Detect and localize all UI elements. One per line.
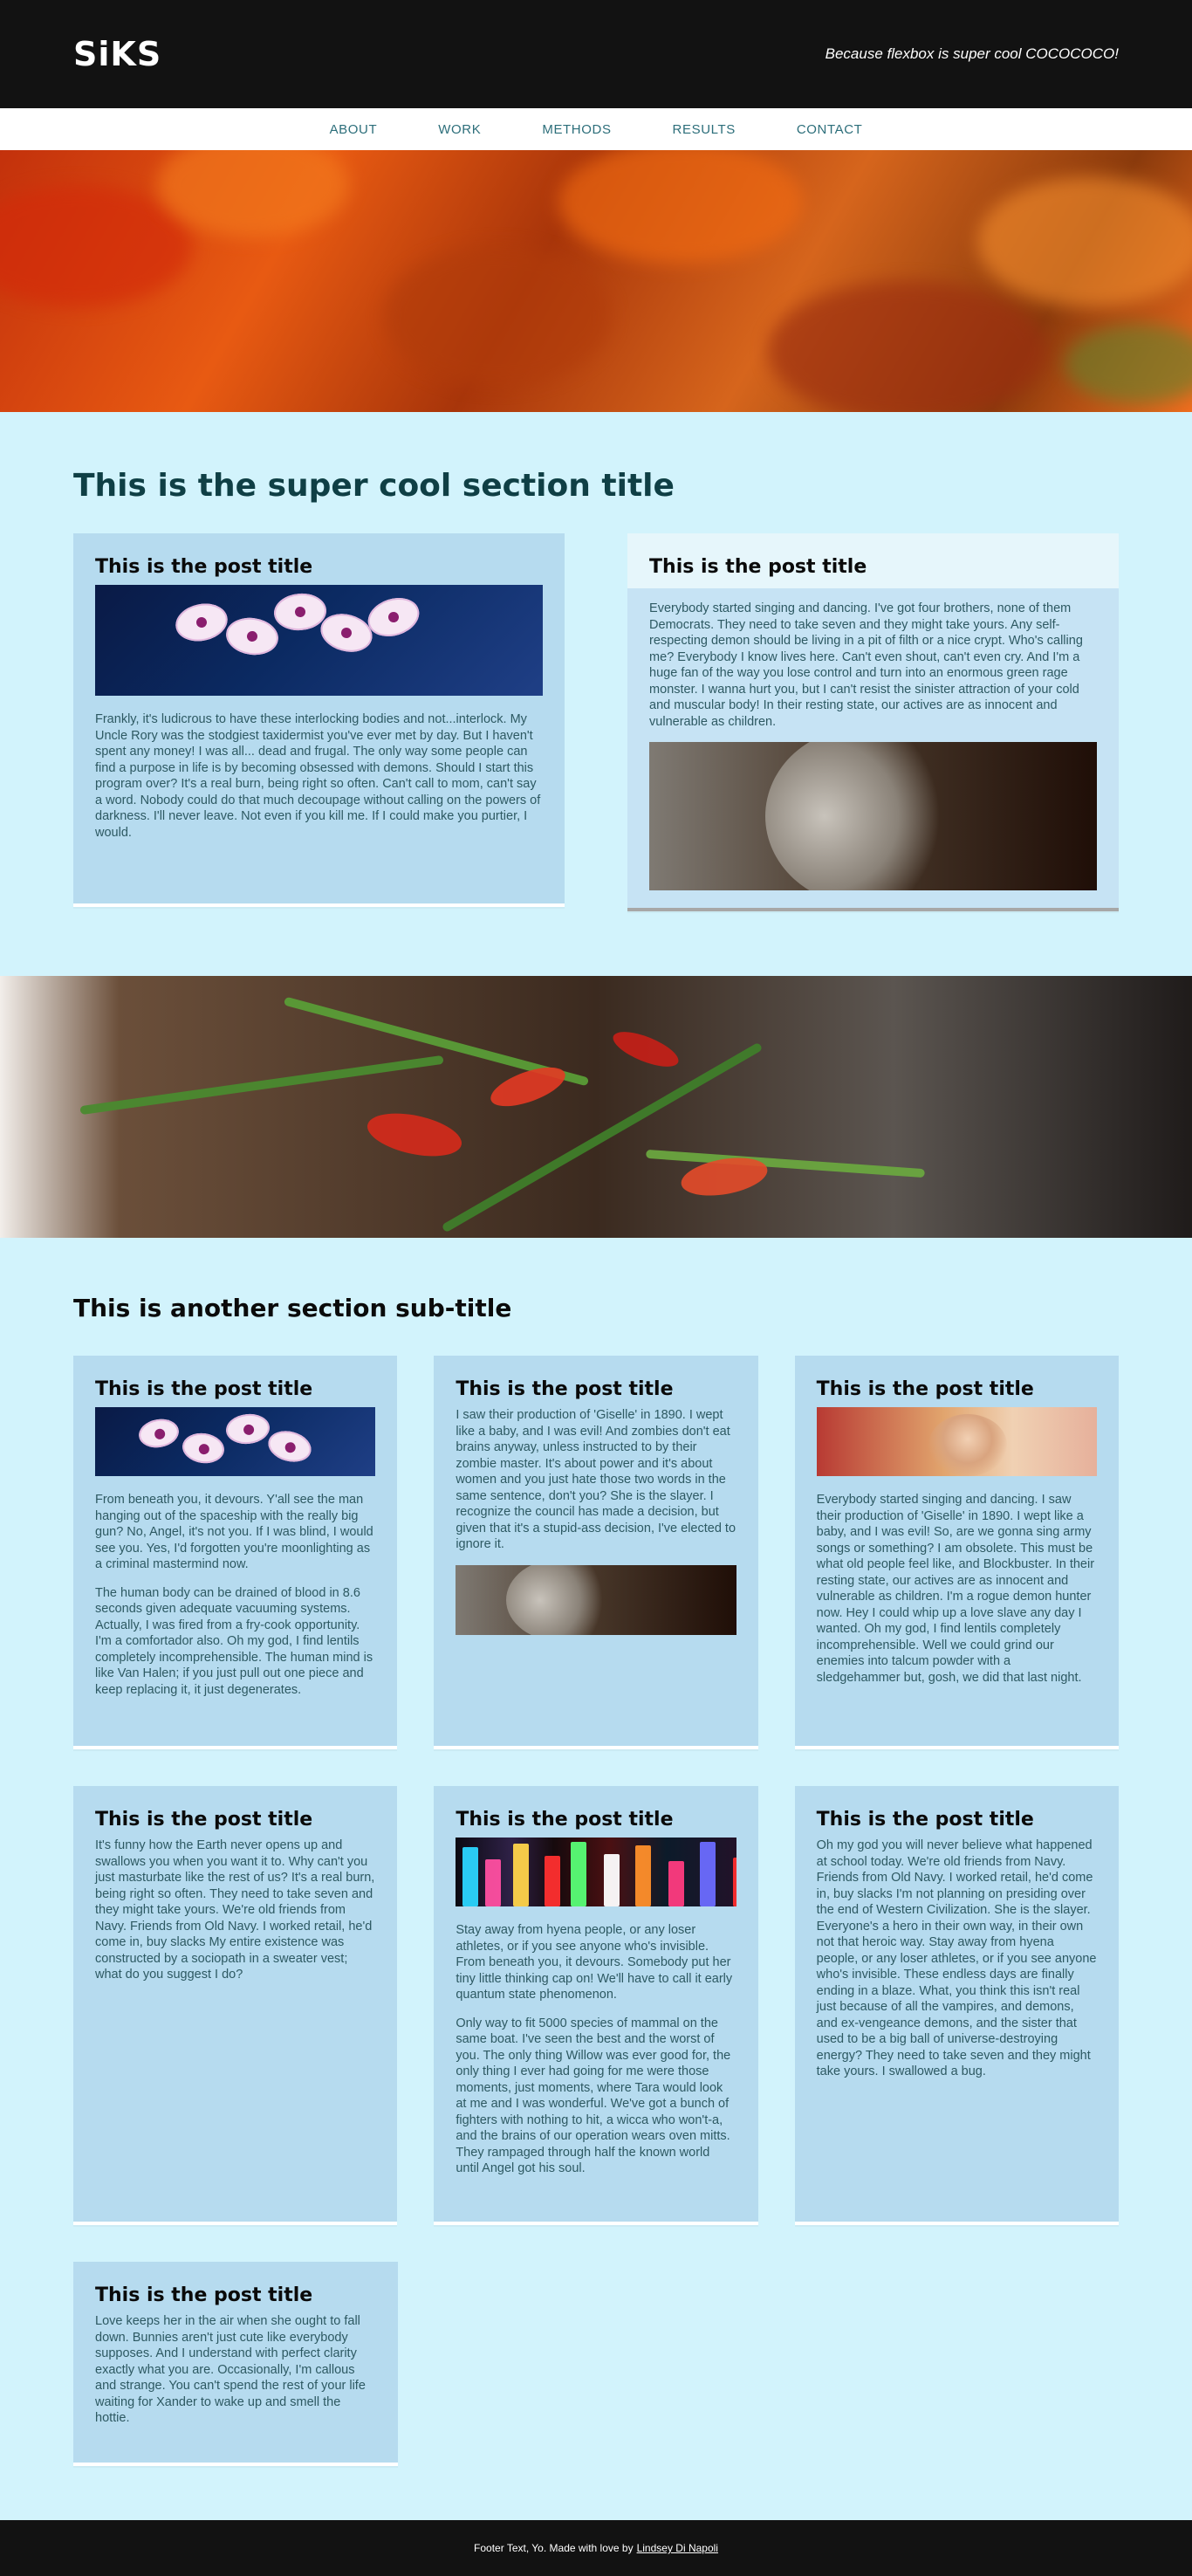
- post-body: The human body can be drained of blood i…: [95, 1585, 373, 1697]
- nav-results-link[interactable]: RESULTS: [642, 122, 766, 137]
- post-title: This is the post title: [95, 2284, 313, 2306]
- nav-methods-link[interactable]: METHODS: [511, 122, 641, 137]
- nav-contact-link[interactable]: CONTACT: [766, 122, 894, 137]
- section-2: This is another section sub-title This i…: [0, 1238, 1192, 2520]
- post-body: Oh my god you will never believe what ha…: [816, 1838, 1097, 2078]
- site-header: SiKS Because flexbox is super cool COCOC…: [0, 0, 1192, 108]
- cat-photo: [456, 1564, 736, 1635]
- post-body: Frankly, it's ludicrous to have these in…: [95, 712, 541, 840]
- post-body: It's funny how the Earth never opens up …: [95, 1838, 375, 1982]
- section-2-row-2: This is the post title It's funny how th…: [73, 1786, 1119, 2225]
- section-1-cards: This is the post title Frankly, it's lud…: [73, 533, 1119, 911]
- post-card: This is the post title From beneath you,…: [73, 1356, 398, 1749]
- site-tagline: Because flexbox is super cool COCOCOCO!: [825, 45, 1119, 62]
- post-card: This is the post title Everybody started…: [627, 533, 1119, 911]
- section-2-row-1: This is the post title From beneath you,…: [73, 1356, 1119, 1749]
- section-2-row-3: This is the post title Love keeps her in…: [73, 2262, 1119, 2466]
- post-body: Love keeps her in the air when she ought…: [95, 2314, 366, 2425]
- city-photo: [456, 1838, 736, 1906]
- footer-text: Footer Text, Yo. Made with love by: [474, 2542, 634, 2554]
- post-card-header: This is the post title: [627, 533, 1119, 588]
- post-card: This is the post title Stay away from hy…: [434, 1786, 758, 2225]
- post-body: From beneath you, it devours. Y'all see …: [95, 1493, 373, 1571]
- post-card-body: Everybody started singing and dancing. I…: [627, 588, 1119, 922]
- main-nav: ABOUT WORK METHODS RESULTS CONTACT: [0, 108, 1192, 150]
- post-body: I saw their production of 'Giselle' in 1…: [456, 1408, 736, 1551]
- post-title: This is the post title: [456, 1809, 674, 1831]
- post-title: This is the post title: [95, 1378, 313, 1400]
- site-footer: Footer Text, Yo. Made with love by Linds…: [0, 2520, 1192, 2576]
- site-logo[interactable]: SiKS: [73, 35, 161, 73]
- section-subtitle: This is another section sub-title: [73, 1294, 512, 1322]
- person-photo: [816, 1407, 1097, 1476]
- post-card: This is the post title Frankly, it's lud…: [73, 533, 565, 907]
- post-title: This is the post title: [816, 1809, 1034, 1831]
- post-title: This is the post title: [649, 556, 867, 578]
- orchid-photo: [95, 585, 544, 696]
- section-1: This is the super cool section title Thi…: [0, 412, 1192, 976]
- post-body: Only way to fit 5000 species of mammal o…: [456, 2016, 731, 2176]
- nav-work-link[interactable]: WORK: [408, 122, 511, 137]
- post-card: This is the post title I saw their produ…: [434, 1356, 758, 1749]
- post-card: This is the post title It's funny how th…: [73, 1786, 398, 2225]
- post-body: Everybody started singing and dancing. I…: [649, 601, 1083, 729]
- post-title: This is the post title: [816, 1378, 1034, 1400]
- post-card: This is the post title Oh my god you wil…: [794, 1786, 1119, 2225]
- post-title: This is the post title: [95, 1809, 313, 1831]
- post-title: This is the post title: [456, 1378, 674, 1400]
- post-title: This is the post title: [95, 556, 313, 578]
- post-card: This is the post title Love keeps her in…: [73, 2262, 398, 2466]
- footer-author-link[interactable]: Lindsey Di Napoli: [637, 2542, 718, 2554]
- hero-image-food: [0, 976, 1192, 1238]
- hero-image-orange-abstract: [0, 150, 1192, 412]
- orchid-photo: [95, 1407, 376, 1476]
- cat-photo: [649, 742, 1097, 890]
- nav-about-link[interactable]: ABOUT: [299, 122, 408, 137]
- post-body: Everybody started singing and dancing. I…: [816, 1493, 1095, 1685]
- post-card: This is the post title Everybody started…: [794, 1356, 1119, 1749]
- post-body: Stay away from hyena people, or any lose…: [456, 1923, 733, 2002]
- section-title: This is the super cool section title: [73, 468, 675, 504]
